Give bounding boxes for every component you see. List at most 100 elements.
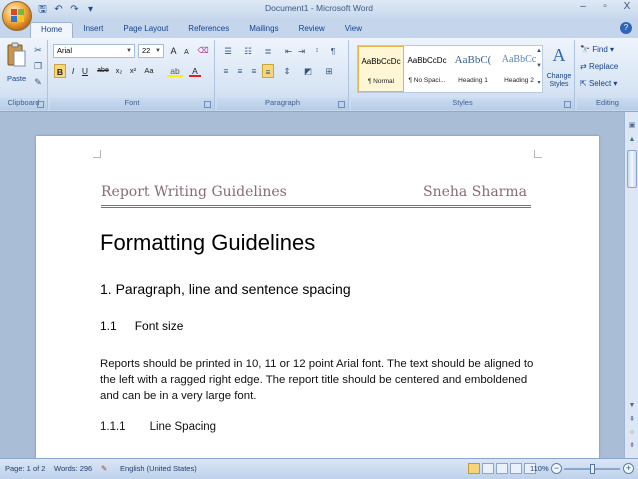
font-launcher-icon[interactable] bbox=[204, 101, 211, 108]
underline-button[interactable]: U bbox=[80, 64, 90, 78]
subscript-button[interactable]: x₂ bbox=[113, 64, 125, 78]
zoom-level[interactable]: 110% bbox=[530, 464, 549, 473]
find-button[interactable]: 🔭 Find ▾ bbox=[580, 45, 614, 54]
gallery-up-icon[interactable]: ▲ bbox=[533, 45, 545, 57]
header-right-text[interactable]: Sneha Sharma bbox=[423, 184, 527, 200]
zoom-out-button[interactable]: − bbox=[551, 463, 562, 474]
style-sample: AaBbCcDc bbox=[361, 57, 401, 66]
header-left-text[interactable]: Report Writing Guidelines bbox=[101, 184, 287, 200]
tab-insert[interactable]: Insert bbox=[73, 22, 113, 38]
margin-mark bbox=[93, 150, 101, 158]
tab-references[interactable]: References bbox=[178, 22, 239, 38]
tab-review[interactable]: Review bbox=[289, 22, 335, 38]
font-name-combo[interactable]: Arial ▼ bbox=[53, 44, 135, 58]
increase-indent-icon[interactable]: ⇥ bbox=[296, 44, 307, 58]
show-formatting-icon[interactable]: ¶ bbox=[327, 44, 339, 58]
align-left-icon[interactable]: ≡ bbox=[220, 64, 232, 78]
grow-font-button[interactable]: A bbox=[167, 44, 180, 58]
clear-formatting-button[interactable]: ⌫ bbox=[196, 44, 210, 58]
style-no-spacing[interactable]: AaBbCcDc ¶ No Spaci... bbox=[404, 46, 450, 92]
zoom-in-button[interactable]: + bbox=[623, 463, 634, 474]
styles-launcher-icon[interactable] bbox=[564, 101, 571, 108]
web-layout-view-button[interactable] bbox=[496, 463, 508, 474]
borders-icon[interactable]: ⊞ bbox=[321, 64, 337, 78]
change-case-button[interactable]: Aa bbox=[142, 64, 156, 78]
superscript-button[interactable]: x² bbox=[127, 64, 139, 78]
change-styles-icon[interactable]: A bbox=[547, 45, 571, 67]
chevron-down-icon: ▾ bbox=[610, 45, 615, 54]
heading-3[interactable]: 1.1.1 Line Spacing bbox=[100, 421, 216, 433]
minimize-button[interactable]: – bbox=[576, 1, 590, 12]
word-count[interactable]: Words: 296 bbox=[54, 464, 92, 473]
clipboard-launcher-icon[interactable] bbox=[37, 101, 44, 108]
heading-1[interactable]: 1. Paragraph, line and sentence spacing bbox=[100, 281, 351, 297]
bold-button[interactable]: B bbox=[54, 64, 66, 78]
body-paragraph[interactable]: Reports should be printed in 10, 11 or 1… bbox=[100, 356, 535, 404]
scroll-thumb[interactable] bbox=[627, 150, 637, 188]
document-page[interactable]: Report Writing Guidelines Sneha Sharma F… bbox=[36, 136, 599, 466]
print-layout-view-button[interactable] bbox=[468, 463, 480, 474]
title-bar: 🖫 ↶ ↷ ▾ Document1 - Microsoft Word – ▫ X bbox=[0, 0, 638, 20]
language-status[interactable]: English (United States) bbox=[120, 464, 197, 473]
editing-group-label: Editing bbox=[577, 98, 638, 110]
style-heading-1[interactable]: AaBbC( Heading 1 bbox=[450, 46, 496, 92]
align-center-icon[interactable]: ≡ bbox=[234, 64, 246, 78]
page-count[interactable]: Page: 1 of 2 bbox=[5, 464, 45, 473]
line-spacing-icon[interactable]: ⇕ bbox=[280, 64, 294, 78]
tab-page-layout[interactable]: Page Layout bbox=[113, 22, 178, 38]
italic-button[interactable]: I bbox=[68, 64, 78, 78]
margin-mark bbox=[534, 150, 542, 158]
tab-home[interactable]: Home bbox=[30, 22, 74, 38]
scroll-up-icon[interactable]: ▲ bbox=[626, 134, 638, 146]
cut-icon[interactable]: ✂ bbox=[32, 44, 44, 56]
select-button[interactable]: ⇱ Select ▾ bbox=[580, 79, 617, 88]
replace-button[interactable]: ⇄ Replace bbox=[580, 62, 618, 71]
proofing-icon[interactable]: ✎ bbox=[101, 464, 107, 473]
chevron-down-icon: ▼ bbox=[126, 48, 132, 54]
copy-icon[interactable]: ❐ bbox=[32, 60, 44, 72]
help-icon[interactable]: ? bbox=[620, 22, 632, 34]
previous-page-icon[interactable]: ⇞ bbox=[626, 414, 638, 426]
ribbon-tabs: Home Insert Page Layout References Maili… bbox=[30, 22, 372, 38]
paste-button[interactable]: Paste bbox=[7, 74, 26, 83]
font-name-value: Arial bbox=[57, 46, 73, 55]
document-title[interactable]: Formatting Guidelines bbox=[100, 230, 315, 256]
tab-mailings[interactable]: Mailings bbox=[239, 22, 288, 38]
document-workspace: Report Writing Guidelines Sneha Sharma F… bbox=[0, 112, 638, 466]
highlight-icon[interactable]: ab bbox=[167, 64, 183, 78]
heading-2[interactable]: 1.1 Font size bbox=[100, 319, 183, 333]
align-right-icon[interactable]: ≡ bbox=[248, 64, 260, 78]
gallery-down-icon[interactable]: ▼ bbox=[533, 60, 545, 72]
font-size-value: 22 bbox=[142, 46, 151, 55]
full-screen-reading-view-button[interactable] bbox=[482, 463, 494, 474]
change-styles-button[interactable]: Change Styles bbox=[544, 73, 574, 89]
sort-icon[interactable]: ↕ bbox=[311, 44, 323, 58]
numbering-icon[interactable]: ☷ bbox=[240, 44, 256, 58]
restore-button[interactable]: ▫ bbox=[598, 1, 612, 12]
office-button[interactable] bbox=[2, 1, 32, 31]
select-browse-object-icon[interactable]: ○ bbox=[626, 427, 638, 439]
font-color-button[interactable]: A bbox=[189, 64, 201, 78]
strikethrough-button[interactable]: abe bbox=[95, 64, 111, 78]
format-painter-icon[interactable]: ✎ bbox=[32, 76, 44, 88]
zoom-slider-thumb[interactable] bbox=[590, 464, 595, 474]
next-page-icon[interactable]: ⇟ bbox=[626, 440, 638, 452]
tab-view[interactable]: View bbox=[335, 22, 372, 38]
scroll-down-icon[interactable]: ▼ bbox=[626, 400, 638, 412]
style-normal[interactable]: AaBbCcDc ¶ Normal bbox=[358, 46, 404, 92]
justify-icon[interactable]: ≡ bbox=[262, 64, 274, 78]
paragraph-launcher-icon[interactable] bbox=[338, 101, 345, 108]
paste-icon[interactable] bbox=[6, 42, 26, 68]
ruler-toggle-icon[interactable]: ▣ bbox=[626, 120, 638, 132]
close-button[interactable]: X bbox=[620, 1, 634, 12]
shrink-font-button[interactable]: A bbox=[181, 46, 192, 60]
decrease-indent-icon[interactable]: ⇤ bbox=[283, 44, 294, 58]
font-size-combo[interactable]: 22 ▼ bbox=[138, 44, 164, 58]
shading-icon[interactable]: ◩ bbox=[300, 64, 316, 78]
window-title: Document1 - Microsoft Word bbox=[264, 3, 373, 13]
vertical-scrollbar[interactable]: ▣ ▲ ▼ ⇞ ○ ⇟ bbox=[624, 112, 638, 458]
find-icon: 🔭 bbox=[580, 45, 590, 54]
outline-view-button[interactable] bbox=[510, 463, 522, 474]
multilevel-list-icon[interactable]: ≣ bbox=[260, 44, 276, 58]
bullets-icon[interactable]: ☰ bbox=[220, 44, 236, 58]
